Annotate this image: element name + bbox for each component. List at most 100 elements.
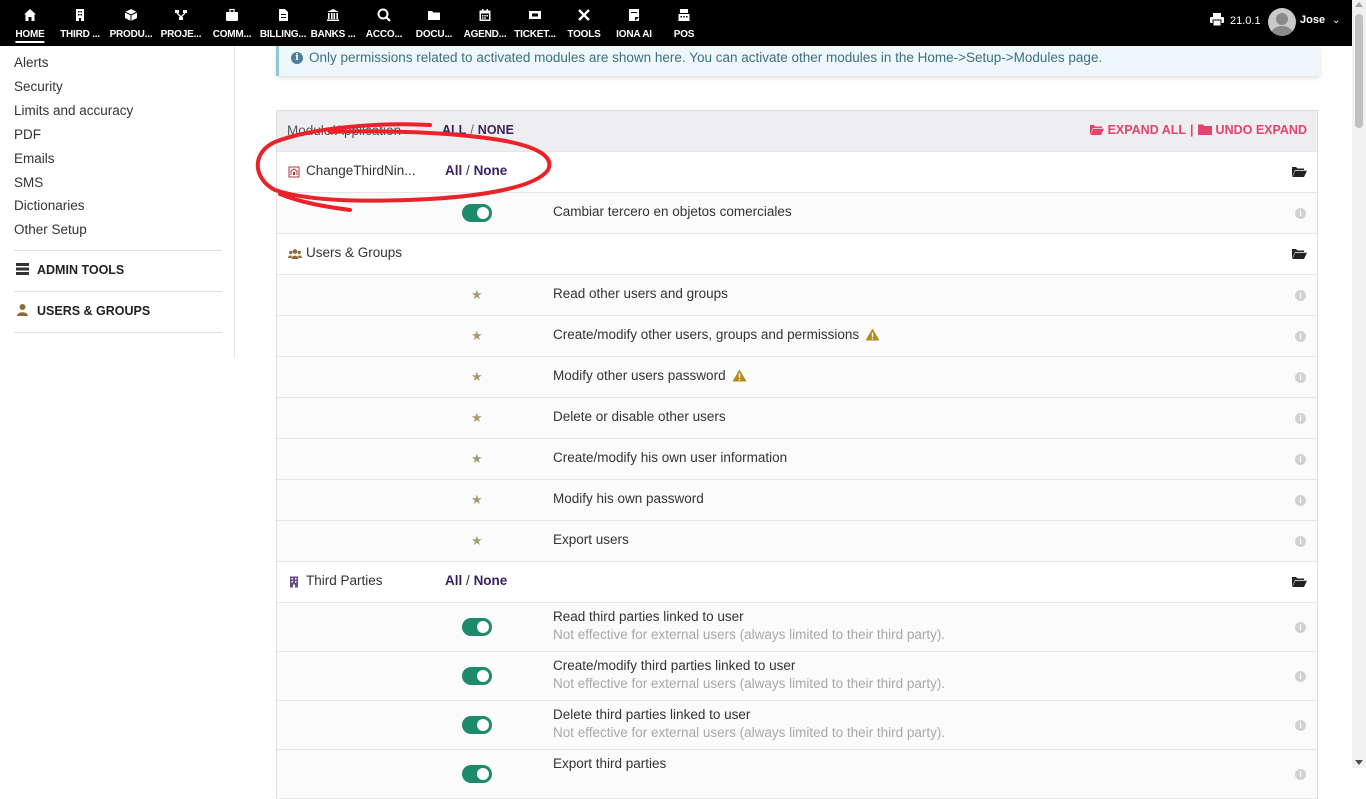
scrollbar[interactable] — [1352, 0, 1366, 768]
menu-agenda[interactable]: AGEND... — [458, 0, 512, 46]
permission-row: ★ Create/modify his own user information… — [277, 439, 1317, 480]
menu-iona-ai[interactable]: IONA AI — [607, 0, 661, 46]
printer-icon — [1210, 13, 1224, 26]
info-icon[interactable]: i — [1295, 372, 1306, 383]
menu-label: DOCU... — [415, 29, 453, 40]
expand-controls: EXPAND ALL | UNDO EXPAND — [1089, 123, 1307, 137]
scrollbar-thumb[interactable] — [1355, 14, 1363, 128]
info-icon[interactable]: i — [1295, 290, 1306, 301]
folder-open-icon[interactable] — [1292, 166, 1307, 177]
username[interactable]: Jose — [1300, 14, 1325, 26]
permission-row: Create/modify third parties linked to us… — [277, 652, 1317, 701]
menu-tools[interactable]: TOOLS — [557, 0, 611, 46]
menu-label: IONA AI — [616, 29, 652, 40]
version-label: 21.0.1 — [1230, 15, 1261, 27]
star-icon: ★ — [471, 369, 483, 384]
star-icon: ★ — [471, 533, 483, 548]
info-icon[interactable]: i — [1295, 495, 1306, 506]
sidebar-item-pdf[interactable]: PDF — [14, 127, 41, 142]
suitcase-icon — [226, 8, 238, 21]
invoice-icon — [279, 9, 288, 21]
sidebar-item-emails[interactable]: Emails — [14, 151, 55, 166]
search-dollar-icon — [377, 8, 391, 22]
sidebar-admin-tools-label: ADMIN TOOLS — [37, 263, 125, 277]
module-none-link[interactable]: None — [474, 573, 508, 588]
menu-billing[interactable]: BILLING... — [256, 0, 310, 46]
menu-accounting[interactable]: ACCO... — [357, 0, 411, 46]
undo-expand-label: UNDO EXPAND — [1215, 123, 1307, 137]
info-icon[interactable]: i — [1295, 413, 1306, 424]
info-icon[interactable]: i — [1295, 454, 1306, 465]
permission-toggle[interactable] — [462, 716, 492, 734]
expand-all-link[interactable]: EXPAND ALL — [1089, 123, 1186, 137]
menu-label: POS — [673, 29, 695, 40]
info-icon[interactable]: i — [1295, 331, 1306, 342]
sidebar-item-alerts[interactable]: Alerts — [14, 55, 49, 70]
left-sidebar: Alerts Security Limits and accuracy PDF … — [0, 46, 235, 358]
folder-open-icon[interactable] — [1292, 248, 1307, 259]
sidebar-admin-tools[interactable]: ADMIN TOOLS — [16, 263, 124, 277]
folder-icon — [428, 11, 440, 20]
permission-toggle[interactable] — [462, 667, 492, 685]
permission-row: ★ Read other users and groups i — [277, 275, 1317, 316]
sidebar-users-groups[interactable]: USERS & GROUPS — [16, 304, 150, 318]
info-icon[interactable]: i — [1295, 769, 1306, 780]
undo-expand-link[interactable]: UNDO EXPAND — [1197, 123, 1307, 137]
user-icon — [17, 304, 28, 316]
info-icon[interactable]: i — [1295, 208, 1306, 219]
divider — [14, 250, 222, 251]
menu-home[interactable]: HOME — [3, 0, 57, 46]
menu-documents[interactable]: DOCU... — [407, 0, 461, 46]
permission-label-with-warning: Modify other users password — [553, 368, 747, 383]
chevron-down-icon[interactable]: ⌄ — [1332, 15, 1340, 26]
menu-products[interactable]: PRODU... — [104, 0, 158, 46]
permission-note: Not effective for external users (always… — [553, 676, 946, 691]
sidebar-users-groups-label: USERS & GROUPS — [37, 304, 151, 318]
permission-label: Modify his own password — [553, 491, 704, 506]
menu-tickets[interactable]: TICKET... — [508, 0, 562, 46]
avatar[interactable] — [1268, 8, 1296, 36]
info-icon[interactable]: i — [1295, 720, 1306, 731]
menu-pos[interactable]: POS — [657, 0, 711, 46]
permission-row: ★ Export users i — [277, 521, 1317, 562]
scroll-down-arrow[interactable] — [1355, 760, 1363, 765]
star-icon: ★ — [471, 451, 483, 466]
module-all-link[interactable]: All — [445, 573, 462, 588]
ticket-icon — [529, 11, 541, 19]
sidebar-item-other-setup[interactable]: Other Setup — [14, 222, 87, 237]
sidebar-item-security[interactable]: Security — [14, 79, 63, 94]
permission-label: Delete or disable other users — [553, 409, 726, 424]
permission-row: ★ Create/modify other users, groups and … — [277, 316, 1317, 357]
permission-label: Delete third parties linked to user — [553, 707, 751, 722]
menu-label: BILLING... — [259, 29, 307, 40]
sidebar-item-limits[interactable]: Limits and accuracy — [14, 103, 133, 118]
info-icon[interactable]: i — [1295, 622, 1306, 633]
permission-toggle[interactable] — [462, 618, 492, 636]
info-icon[interactable]: i — [1295, 671, 1306, 682]
permission-row: Export third parties i — [277, 750, 1317, 799]
star-icon: ★ — [471, 492, 483, 507]
separator: / — [466, 573, 470, 588]
cube-icon — [124, 9, 138, 21]
permission-label: Cambiar tercero en objetos comerciales — [553, 204, 792, 219]
info-notice: i Only permissions related to activated … — [276, 46, 1320, 76]
menu-banks[interactable]: BANKS ... — [306, 0, 360, 46]
sidebar-item-dictionaries[interactable]: Dictionaries — [14, 198, 85, 213]
info-icon: i — [291, 52, 303, 64]
menu-projects[interactable]: PROJE... — [154, 0, 208, 46]
menu-third-parties[interactable]: THIRD ... — [53, 0, 107, 46]
folder-open-icon[interactable] — [1292, 576, 1307, 587]
permission-label: Export third parties — [553, 756, 667, 771]
scroll-up-arrow[interactable] — [1355, 2, 1363, 7]
info-icon[interactable]: i — [1295, 536, 1306, 547]
menu-label: AGEND... — [463, 29, 507, 40]
menu-label: TICKET... — [514, 29, 556, 40]
warning-icon — [732, 369, 747, 382]
permission-label: Read third parties linked to user — [553, 609, 744, 624]
menu-commercial[interactable]: COMM... — [205, 0, 259, 46]
sidebar-item-sms[interactable]: SMS — [14, 175, 43, 190]
menu-label: BANKS ... — [310, 29, 356, 40]
folder-open-icon — [1089, 125, 1104, 135]
version-info[interactable]: 21.0.1 — [1210, 13, 1261, 27]
menu-label: PROJE... — [160, 29, 202, 40]
